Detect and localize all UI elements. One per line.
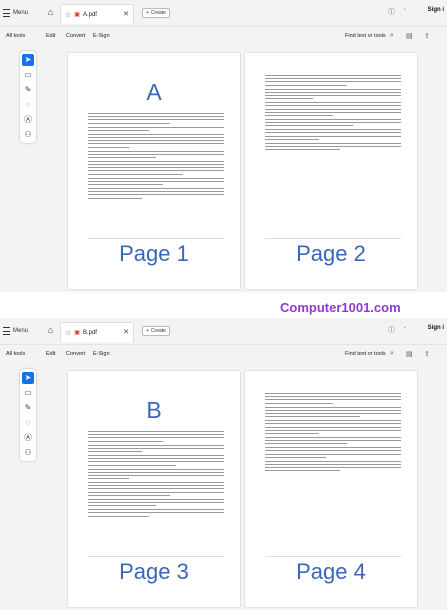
pen-icon[interactable]: ✎ bbox=[22, 402, 34, 414]
page-divider bbox=[265, 238, 401, 239]
body-text-lines bbox=[88, 113, 224, 202]
menu-button[interactable]: Menu bbox=[3, 325, 28, 337]
body-text-lines bbox=[88, 431, 224, 520]
star-icon[interactable]: ☆ bbox=[65, 329, 71, 337]
menu-all-tools[interactable]: All tools bbox=[6, 351, 25, 357]
comment-icon[interactable]: ▭ bbox=[22, 69, 34, 81]
acrobat-window-2: Menu ⌂ ☆ ▣ B.pdf ✕ + Create ⓘ ◔ Sign i A… bbox=[0, 318, 447, 610]
cursor-icon[interactable]: ➤ bbox=[22, 372, 34, 384]
help-icon[interactable]: ⓘ bbox=[388, 325, 395, 335]
menu-button[interactable]: Menu bbox=[3, 7, 28, 19]
save-icon[interactable]: ▤ bbox=[406, 32, 413, 40]
pdf-page-right: Page 4 bbox=[245, 371, 417, 607]
quick-tools-toolbar: ➤ ▭ ✎ ◌ Ⓐ ⚇ bbox=[20, 369, 36, 461]
search-icon[interactable]: ⌕ bbox=[390, 350, 394, 358]
lasso-icon[interactable]: ◌ bbox=[22, 417, 34, 429]
menu-edit[interactable]: Edit bbox=[46, 351, 55, 357]
body-text-lines bbox=[265, 75, 401, 153]
stamp-icon[interactable]: ⚇ bbox=[22, 447, 34, 459]
pdf-page-left: B Page 3 bbox=[68, 371, 240, 607]
find-text-tools[interactable]: Find text or tools bbox=[345, 351, 386, 357]
menu-edit[interactable]: Edit bbox=[46, 33, 55, 39]
share-icon[interactable]: ⇪ bbox=[424, 350, 430, 358]
page-heading-letter: A bbox=[146, 79, 162, 105]
tab-bar: Menu ⌂ ☆ ▣ B.pdf ✕ + Create ⓘ ◔ Sign i bbox=[0, 318, 447, 345]
bell-icon[interactable]: ◔ bbox=[402, 325, 406, 332]
page-label: Page 2 bbox=[296, 241, 366, 266]
page-label: Page 4 bbox=[296, 559, 366, 584]
menu-esign[interactable]: E-Sign bbox=[93, 33, 110, 39]
stamp-icon[interactable]: ⚇ bbox=[22, 129, 34, 141]
star-icon[interactable]: ☆ bbox=[65, 11, 71, 19]
pdf-page-left: A Page 1 bbox=[68, 53, 240, 289]
home-icon[interactable]: ⌂ bbox=[45, 325, 56, 336]
plus-icon: + bbox=[146, 10, 149, 16]
menu-label: Menu bbox=[13, 10, 29, 16]
search-icon[interactable]: ⌕ bbox=[390, 32, 394, 40]
save-icon[interactable]: ▤ bbox=[406, 350, 413, 358]
tab-bar: Menu ⌂ ☆ ▣ A.pdf ✕ + Create ⓘ ◔ Sign i bbox=[0, 0, 447, 27]
create-button[interactable]: + Create bbox=[142, 326, 170, 336]
page-divider bbox=[88, 556, 224, 557]
page-divider bbox=[265, 556, 401, 557]
text-icon[interactable]: Ⓐ bbox=[22, 114, 34, 126]
lasso-icon[interactable]: ◌ bbox=[22, 99, 34, 111]
watermark-text: Computer1001.com bbox=[280, 300, 401, 315]
home-icon[interactable]: ⌂ bbox=[45, 7, 56, 18]
body-text-lines bbox=[265, 393, 401, 474]
page-divider bbox=[88, 238, 224, 239]
close-icon[interactable]: ✕ bbox=[123, 328, 129, 336]
create-button[interactable]: + Create bbox=[142, 8, 170, 18]
share-icon[interactable]: ⇪ bbox=[424, 32, 430, 40]
text-icon[interactable]: Ⓐ bbox=[22, 432, 34, 444]
pdf-page-right: Page 2 bbox=[245, 53, 417, 289]
bell-icon[interactable]: ◔ bbox=[402, 7, 406, 14]
tab-document[interactable]: ☆ ▣ B.pdf ✕ bbox=[60, 322, 134, 342]
tab-title: A.pdf bbox=[82, 11, 97, 18]
create-label: Create bbox=[150, 10, 166, 16]
pen-icon[interactable]: ✎ bbox=[22, 84, 34, 96]
create-label: Create bbox=[150, 328, 166, 334]
sign-in-button[interactable]: Sign i bbox=[428, 7, 444, 13]
menu-convert[interactable]: Convert bbox=[66, 33, 85, 39]
menu-label: Menu bbox=[13, 328, 29, 334]
cursor-icon[interactable]: ➤ bbox=[22, 54, 34, 66]
menu-all-tools[interactable]: All tools bbox=[6, 33, 25, 39]
tab-document[interactable]: ☆ ▣ A.pdf ✕ bbox=[60, 4, 134, 24]
acrobat-window-1: Menu ⌂ ☆ ▣ A.pdf ✕ + Create ⓘ ◔ Sign i A… bbox=[0, 0, 447, 292]
pdf-file-icon: ▣ bbox=[74, 330, 80, 336]
tab-title: B.pdf bbox=[82, 329, 97, 336]
menu-convert[interactable]: Convert bbox=[66, 351, 85, 357]
sign-in-button[interactable]: Sign i bbox=[428, 325, 444, 331]
close-icon[interactable]: ✕ bbox=[123, 10, 129, 18]
pdf-file-icon: ▣ bbox=[74, 12, 80, 18]
find-text-tools[interactable]: Find text or tools bbox=[345, 33, 386, 39]
document-viewport[interactable]: ➤ ▭ ✎ ◌ Ⓐ ⚇ A Page 1 Page 2 bbox=[0, 45, 447, 292]
page-heading-letter: B bbox=[146, 397, 162, 423]
menu-esign[interactable]: E-Sign bbox=[93, 351, 110, 357]
hamburger-icon bbox=[3, 327, 10, 335]
page-label: Page 1 bbox=[119, 241, 189, 266]
document-viewport[interactable]: ➤ ▭ ✎ ◌ Ⓐ ⚇ B Page 3 Page 4 bbox=[0, 363, 447, 610]
comment-icon[interactable]: ▭ bbox=[22, 387, 34, 399]
page-label: Page 3 bbox=[119, 559, 189, 584]
hamburger-icon bbox=[3, 9, 10, 17]
quick-tools-toolbar: ➤ ▭ ✎ ◌ Ⓐ ⚇ bbox=[20, 51, 36, 143]
menu-bar: All tools Edit Convert E-Sign Find text … bbox=[0, 345, 447, 363]
menu-bar: All tools Edit Convert E-Sign Find text … bbox=[0, 27, 447, 45]
plus-icon: + bbox=[146, 328, 149, 334]
help-icon[interactable]: ⓘ bbox=[388, 7, 395, 17]
